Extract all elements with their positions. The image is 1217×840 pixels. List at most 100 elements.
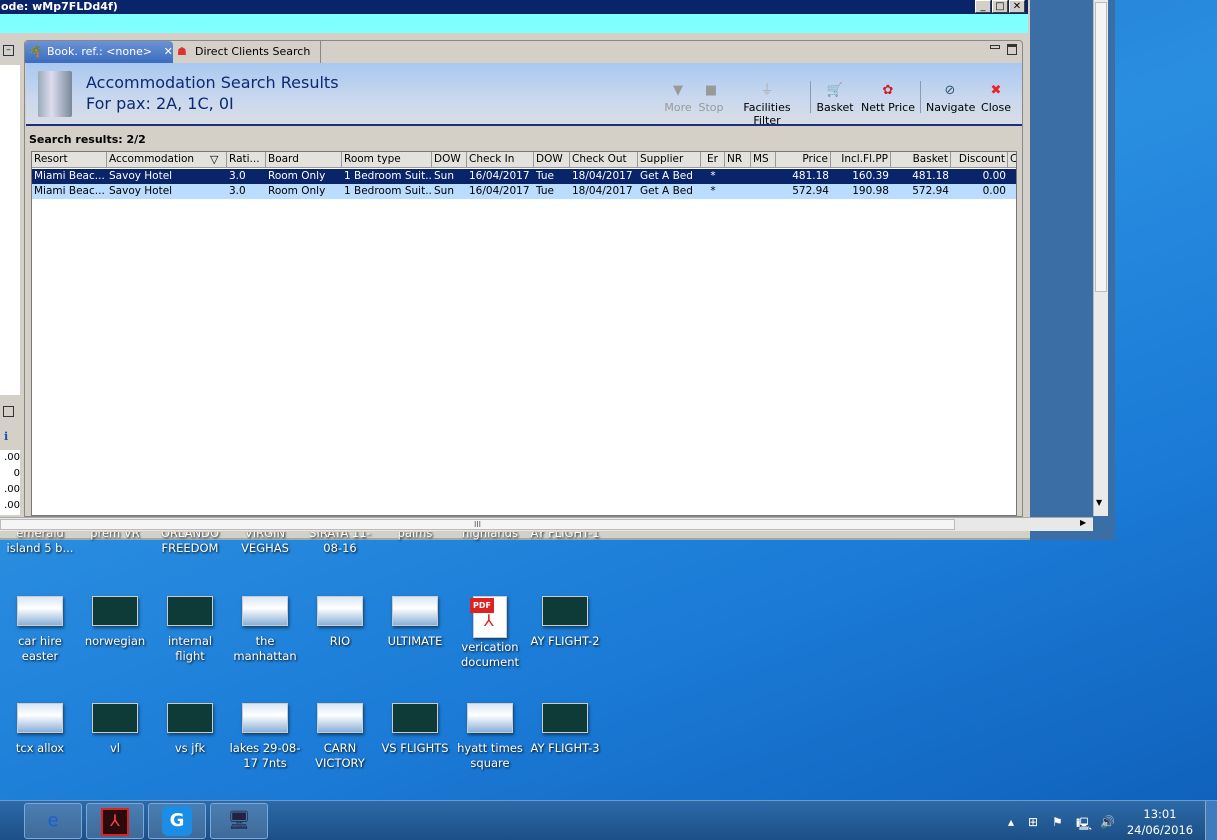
desktop-icon[interactable]: RIO — [302, 596, 378, 649]
close-window-button[interactable]: ✕ — [1009, 0, 1025, 13]
scroll-right-icon[interactable]: ▶ — [1080, 518, 1086, 527]
desktop-icon[interactable]: palms — [377, 532, 453, 564]
column-header[interactable]: Room type — [342, 152, 432, 168]
column-header[interactable]: Basket — [891, 152, 951, 168]
more-button[interactable]: ▼ More — [663, 81, 693, 114]
desktop-icon[interactable]: prem VR — [77, 532, 153, 564]
desktop-icon[interactable]: ULTIMATE — [377, 596, 453, 649]
results-table: Resort Accommodation Rati... Board Room type… — [31, 151, 1017, 516]
button-label: Close — [981, 101, 1011, 114]
horizontal-scrollbar[interactable]: III ▶ — [0, 517, 1093, 531]
desktop-icon[interactable]: PDF ⅄ verication document — [452, 596, 528, 670]
remote-desktop-icon[interactable]: 🖥 — [210, 803, 268, 839]
desktop-icon-label: SIRATA 11-08-16 — [309, 532, 371, 555]
table-row[interactable]: Miami Beac... Savoy Hotel 3.0 Room Only 1 Be… — [32, 169, 1016, 184]
desktop-icon-label: hyatt times square — [457, 741, 523, 770]
close-button[interactable]: ✖ Close — [978, 81, 1014, 114]
minimize-view-icon[interactable]: – — [3, 45, 14, 56]
scrollbar-thumb[interactable]: III — [0, 519, 955, 530]
column-header[interactable]: Price — [776, 152, 831, 168]
vertical-scrollbar[interactable]: ▼ — [1093, 0, 1108, 516]
column-header[interactable]: DOW — [432, 152, 467, 168]
column-header[interactable]: Supplier — [638, 152, 701, 168]
value: .00 — [4, 500, 20, 511]
tab-booking[interactable]: 🌴 Book. ref.: <none> ✕ — [25, 41, 173, 63]
column-header[interactable]: Incl.Fl.PP — [831, 152, 891, 168]
table-cell: * — [710, 170, 716, 182]
desktop-icon[interactable]: AY FLIGHT-3 — [527, 703, 603, 756]
close-tab-icon[interactable]: ✕ — [164, 45, 173, 58]
app-thumbnail-icon — [317, 596, 363, 626]
minimize-editor-icon[interactable] — [990, 45, 1000, 49]
desktop-icon[interactable]: vl — [77, 703, 153, 756]
table-row[interactable]: Miami Beac... Savoy Hotel 3.0 Room Only 1 Be… — [32, 184, 1016, 199]
button-label: Facilities Filter — [743, 101, 791, 127]
client-icon: ☗ — [177, 45, 187, 58]
desktop-icon[interactable]: car hire easter — [2, 596, 78, 664]
network-icon[interactable]: 🖳 — [1076, 815, 1092, 836]
scrollbar-thumb[interactable] — [1095, 2, 1107, 292]
desktop-icon[interactable]: internal flight — [152, 596, 228, 664]
toolbar-separator — [920, 81, 921, 113]
desktop-icon[interactable]: highlands — [452, 532, 528, 564]
desktop-icon[interactable]: vs jfk — [152, 703, 228, 756]
app-g-icon[interactable]: G — [148, 803, 206, 839]
filter-icon[interactable]: ▽ — [210, 152, 218, 167]
basket-button[interactable]: 🛒 Basket — [816, 81, 854, 114]
clock[interactable]: 13:01 24/06/2016 — [1125, 806, 1195, 838]
scroll-down-icon[interactable]: ▼ — [1096, 498, 1102, 507]
stop-button[interactable]: ■ Stop — [696, 81, 726, 114]
desktop-icon[interactable]: hyatt times square — [452, 703, 528, 771]
tab-direct-clients-search[interactable]: ☗ Direct Clients Search — [173, 41, 321, 63]
column-header[interactable]: Er — [701, 152, 725, 168]
windows-flag-icon[interactable]: ⊞ — [1028, 815, 1038, 829]
volume-icon[interactable]: 🔊 — [1100, 815, 1115, 829]
action-center-icon[interactable]: ⚑ — [1052, 815, 1063, 829]
desktop-icon[interactable]: AY FLIGHT-1 — [527, 532, 603, 564]
maximize-view-icon[interactable] — [3, 406, 14, 417]
column-header[interactable]: DOW — [534, 152, 570, 168]
desktop-icon[interactable]: ORLANDO FREEDOM — [152, 532, 228, 564]
desktop-icon[interactable]: tcx allox — [2, 703, 78, 756]
facilities-filter-button[interactable]: ⏚ Facilities Filter — [730, 81, 804, 127]
desktop-icon[interactable]: AY FLIGHT-2 — [527, 596, 603, 649]
column-header[interactable]: NR — [725, 152, 751, 168]
desktop-icon[interactable]: lakes 29-08-17 7nts — [227, 703, 303, 771]
table-cell: 3.0 — [229, 170, 246, 182]
desktop-icon-label: vs jfk — [174, 741, 206, 755]
value: .00 — [4, 452, 20, 463]
column-header[interactable]: Resort — [32, 152, 107, 168]
acrobat-reader-icon[interactable]: ⅄ — [86, 803, 144, 839]
desktop-icon[interactable]: norwegian — [77, 596, 153, 649]
column-header[interactable]: Check In — [467, 152, 534, 168]
editor-panel: 🌴 Book. ref.: <none> ✕ ☗ Direct Clients … — [24, 40, 1023, 517]
left-panel: – i .00 0 .00 .00 — [0, 40, 22, 515]
nett-price-button[interactable]: ✿ Nett Price — [860, 81, 916, 114]
desktop-icon[interactable]: CARN VICTORY — [302, 703, 378, 771]
button-label: Basket — [816, 101, 854, 114]
desktop-icon[interactable]: VS FLIGHTS — [377, 703, 453, 756]
column-header[interactable]: MS — [751, 152, 776, 168]
button-label: More — [664, 101, 692, 114]
desktop-icon[interactable]: VIRGIN VEGHAS — [227, 532, 303, 564]
table-cell: 481.18 — [792, 170, 829, 182]
column-header[interactable]: Board — [266, 152, 342, 168]
table-header[interactable]: Resort Accommodation Rati... Board Room type… — [32, 152, 1016, 168]
internet-explorer-icon[interactable]: e — [24, 803, 82, 839]
desktop-icon[interactable]: emerald island 5 b... — [2, 532, 78, 564]
desktop-icon[interactable]: the manhattan — [227, 596, 303, 664]
maximize-button[interactable]: □ — [992, 0, 1008, 13]
maximize-editor-icon[interactable] — [1007, 44, 1017, 55]
show-hidden-icons[interactable]: ▴ — [1008, 815, 1014, 829]
column-header[interactable]: Accommodation — [107, 152, 227, 168]
show-desktop-button[interactable] — [1205, 801, 1217, 840]
close-icon: ✖ — [990, 83, 1002, 98]
table-cell: 3.0 — [229, 185, 246, 197]
minimize-button[interactable]: _ — [975, 0, 991, 13]
desktop-icon[interactable]: SIRATA 11-08-16 — [302, 532, 378, 564]
column-header[interactable]: Check Out — [570, 152, 638, 168]
column-header[interactable]: Discount — [951, 152, 1008, 168]
column-header[interactable]: Rati... — [227, 152, 266, 168]
navigate-button[interactable]: ⊘ Navigate — [926, 81, 975, 114]
column-header[interactable]: C — [1008, 152, 1016, 168]
